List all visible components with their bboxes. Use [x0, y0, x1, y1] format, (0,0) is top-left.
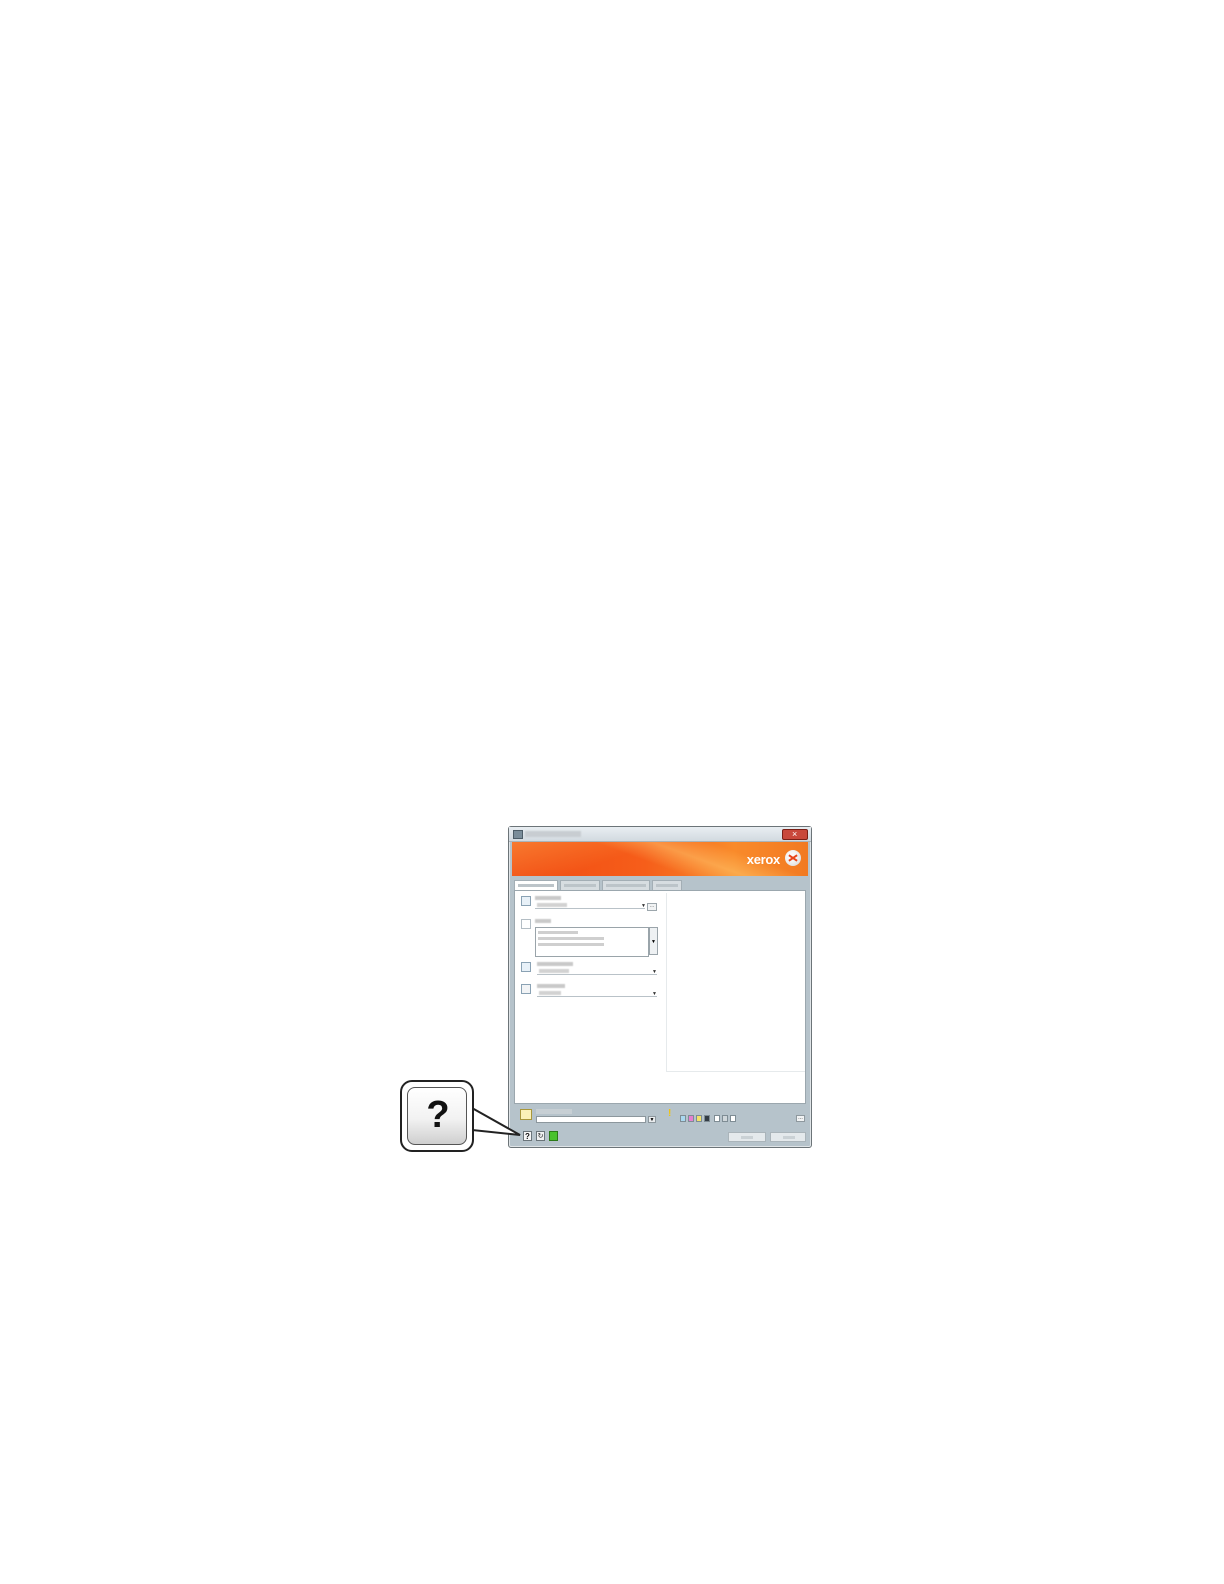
close-button[interactable]: × [782, 829, 808, 840]
help-button-enlarged: ? [407, 1087, 467, 1145]
bottom-toolbar: ▼ ! … ? ↻ [512, 1107, 808, 1145]
job-type-icon [521, 896, 531, 906]
title-bar[interactable]: × [509, 827, 811, 842]
finishing-label [537, 984, 565, 988]
two-sided-select[interactable] [537, 974, 657, 975]
finishing-select[interactable] [537, 996, 657, 997]
paper-summary-list[interactable] [535, 927, 649, 957]
ok-button[interactable] [728, 1132, 766, 1142]
two-sided-icon [521, 962, 531, 972]
printer-app-icon [513, 830, 523, 839]
saved-settings-label [536, 1109, 572, 1114]
finishing-icon [521, 984, 531, 994]
help-icon: ? [426, 1094, 450, 1136]
xerox-sphere-icon [785, 850, 801, 866]
callout-pointer [470, 1106, 521, 1136]
settings-summary-strip [680, 1115, 796, 1123]
finishing-value [539, 991, 561, 995]
chevron-down-icon: ▼ [652, 991, 657, 997]
paper-label [535, 919, 551, 923]
cancel-button[interactable] [770, 1132, 806, 1142]
job-type-select[interactable] [535, 908, 645, 909]
two-sided-value [539, 969, 569, 973]
window-title [525, 831, 581, 837]
reset-button[interactable]: ↻ [536, 1131, 545, 1141]
help-button[interactable]: ? [523, 1131, 532, 1141]
chevron-down-icon: ▼ [652, 969, 657, 975]
printer-status-button[interactable] [549, 1131, 558, 1141]
printing-preferences-window: × xerox ▼ … ▼ ▼ ▼ ▼ ! … ? ↻ [508, 826, 812, 1148]
preview-pane [666, 893, 805, 1072]
warning-icon: ! [668, 1108, 672, 1119]
two-sided-label [537, 962, 573, 966]
saved-settings-dropdown-button[interactable]: ▼ [648, 1116, 656, 1123]
job-type-more-button[interactable]: … [647, 903, 657, 911]
help-button-callout: ? [400, 1080, 474, 1152]
saved-settings-select[interactable] [536, 1116, 646, 1123]
tab-document-options[interactable] [602, 880, 650, 890]
close-icon: × [792, 829, 798, 839]
job-type-value [537, 903, 567, 907]
summary-more-button[interactable]: … [796, 1115, 805, 1122]
tab-advanced[interactable] [652, 880, 682, 890]
brand-banner: xerox [512, 842, 808, 876]
chevron-down-icon: ▼ [641, 903, 646, 909]
paper-icon [521, 919, 531, 929]
paper-dropdown-button[interactable]: ▼ [649, 927, 658, 955]
xerox-logo: xerox [746, 852, 781, 867]
options-panel: ▼ … ▼ ▼ ▼ [514, 890, 806, 1104]
tab-image-options[interactable] [560, 880, 600, 890]
job-type-label [535, 896, 561, 900]
